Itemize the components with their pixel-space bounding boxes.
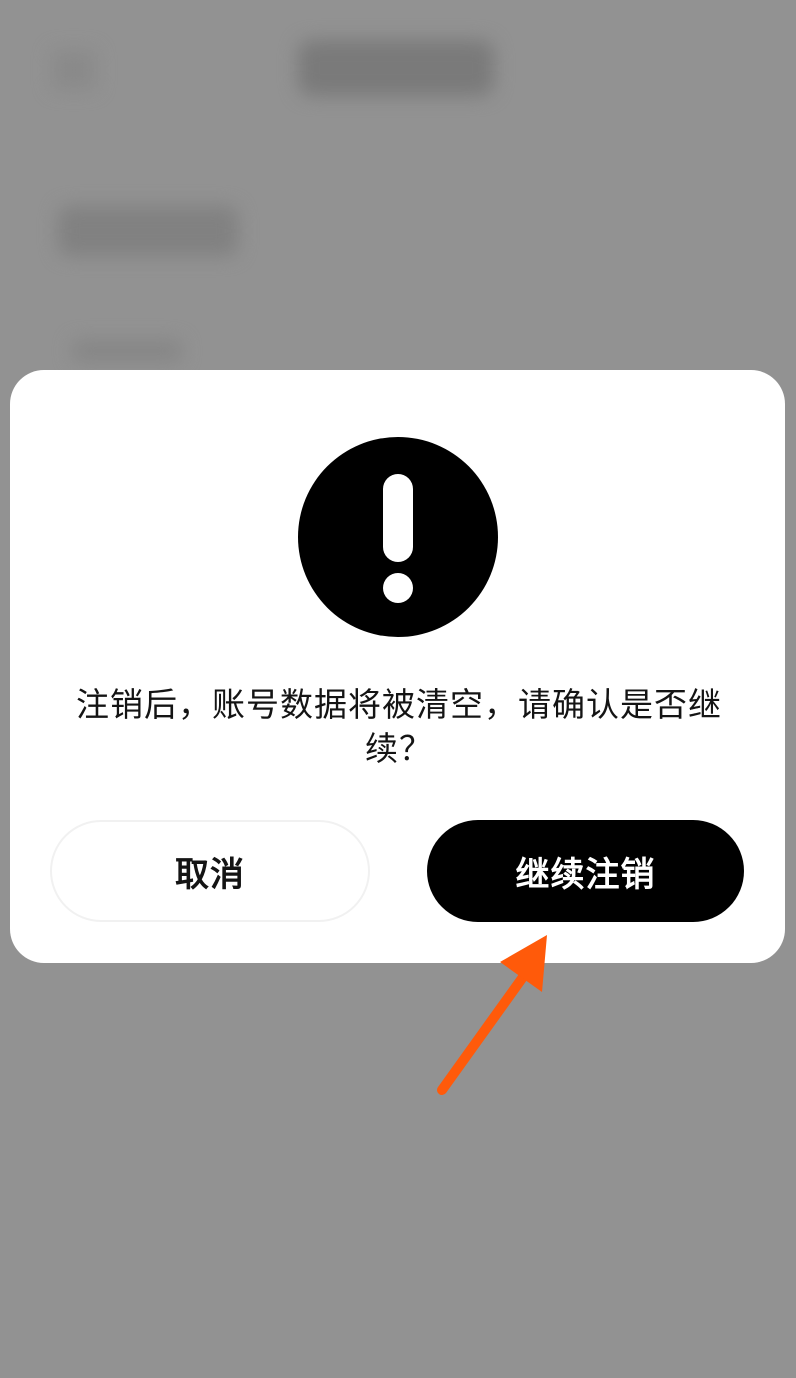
arrow-up-right-icon [437, 935, 547, 1095]
continue-deregister-button[interactable]: 继续注销 [427, 820, 744, 922]
cancel-button-label: 取消 [175, 854, 245, 895]
page-title-placeholder [298, 40, 494, 96]
exclamation-circle-icon [298, 437, 498, 637]
settings-row-placeholder [72, 340, 182, 362]
confirm-button-label: 继续注销 [515, 854, 656, 895]
dialog-message: 注销后，账号数据将被清空，请确认是否继续？ [76, 685, 722, 768]
confirm-dialog: 注销后，账号数据将被清空，请确认是否继续？ 取消 继续注销 [10, 370, 785, 963]
back-icon [52, 50, 96, 90]
cancel-button[interactable]: 取消 [50, 820, 370, 922]
settings-row-placeholder [58, 206, 238, 256]
